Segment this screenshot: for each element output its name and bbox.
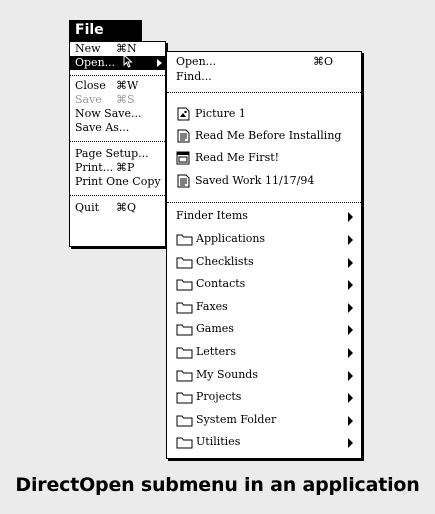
submenu-item-label: Picture 1 (195, 107, 246, 120)
folder-icon (176, 324, 193, 336)
folder-icon (176, 370, 193, 382)
submenu-arrow-icon (348, 212, 353, 222)
folder-icon (176, 347, 193, 359)
submenu-item-label: Read Me Before Installing (195, 129, 342, 142)
submenu-item-label: Games (196, 322, 234, 336)
menu-item-now-save[interactable]: Now Save... (70, 107, 165, 121)
folder-icon (176, 279, 193, 291)
picture-doc-icon (177, 107, 190, 121)
submenu-folder-item[interactable]: Letters (167, 342, 361, 362)
menu-item-label: Page Setup... (75, 147, 149, 160)
submenu-folder-item[interactable]: Applications (167, 229, 361, 249)
menu-item-save: Save ⌘S (70, 93, 165, 107)
submenu-arrow-icon (348, 415, 353, 426)
submenu-folder-item[interactable]: Utilities (167, 432, 361, 452)
submenu-folder-item[interactable]: System Folder (167, 410, 361, 430)
recent-doc-read-me-first[interactable]: Read Me First! (167, 148, 361, 168)
folder-icon (176, 257, 193, 269)
submenu-arrow-icon (348, 370, 353, 381)
submenu-arrow-icon (348, 302, 353, 313)
submenu-item-label: My Sounds (196, 367, 258, 381)
recent-doc-read-me-before-installing[interactable]: Read Me Before Installing (167, 126, 361, 146)
submenu-folder-item[interactable]: Faxes (167, 297, 361, 317)
folder-icon (176, 392, 193, 404)
shortcut-label: ⌘Q (116, 201, 137, 214)
text-doc-icon (177, 129, 190, 143)
readme-doc-icon (176, 151, 190, 165)
submenu-item-label: Finder Items (176, 209, 248, 222)
menu-item-open[interactable]: Open... (70, 56, 165, 70)
menu-item-new[interactable]: New ⌘N (70, 42, 165, 56)
menu-item-label: Print One Copy (75, 175, 161, 188)
submenu-folder-item[interactable]: Checklists (167, 252, 361, 272)
menu-item-close[interactable]: Close ⌘W (70, 79, 165, 93)
submenu-arrow-icon (348, 257, 353, 268)
submenu-item-label: Utilities (196, 435, 241, 449)
submenu-item-label: Read Me First! (195, 151, 280, 164)
shortcut-label: ⌘W (116, 79, 139, 92)
submenu-item-label: Letters (196, 345, 237, 358)
menu-item-label: Print... (75, 161, 114, 174)
submenu-folder-item[interactable]: Games (167, 319, 361, 339)
submenu-item-label: Contacts (196, 277, 246, 291)
submenu-item-label: Applications (196, 232, 266, 245)
submenu-item-label: Saved Work 11/17/94 (195, 174, 315, 187)
caption: DirectOpen submenu in an application (15, 474, 420, 496)
submenu-arrow-icon (348, 438, 353, 449)
menu-item-page-setup[interactable]: Page Setup... (70, 147, 165, 161)
submenu-arrow-icon (348, 280, 353, 291)
menu-item-save-as[interactable]: Save As... (70, 121, 165, 135)
menu-divider (70, 195, 165, 196)
text-doc-icon (177, 174, 190, 188)
menu-item-label: Save As... (75, 121, 130, 134)
direct-open-submenu: Open... ⌘O Find... Picture 1 Read Me Bef… (166, 51, 362, 459)
shortcut-label: ⌘S (116, 93, 135, 106)
menu-divider (70, 75, 165, 76)
menu-item-print-one-copy[interactable]: Print One Copy (70, 175, 165, 189)
submenu-divider (167, 202, 361, 203)
submenu-item-label: System Folder (196, 412, 277, 426)
submenu-folder-item[interactable]: Contacts (167, 274, 361, 294)
submenu-folder-item[interactable]: My Sounds (167, 365, 361, 385)
menu-item-label: Quit (75, 201, 100, 214)
menu-item-quit[interactable]: Quit ⌘Q (70, 201, 165, 215)
menu-divider (70, 141, 165, 142)
submenu-arrow-icon (348, 393, 353, 404)
submenu-arrow-icon (348, 325, 353, 336)
submenu-item-label: Find... (176, 70, 212, 83)
submenu-item-finder-items[interactable]: Finder Items (167, 206, 361, 226)
folder-icon (176, 302, 193, 314)
submenu-folder-item[interactable]: Projects (167, 387, 361, 407)
submenu-item-label: Projects (196, 390, 242, 404)
submenu-arrow-icon (348, 235, 353, 245)
folder-icon (176, 415, 193, 427)
menu-item-label: Now Save... (75, 107, 142, 120)
recent-doc-picture-1[interactable]: Picture 1 (167, 104, 361, 124)
menu-item-print[interactable]: Print... ⌘P (70, 161, 165, 175)
submenu-arrow-icon (157, 59, 162, 67)
submenu-divider (167, 92, 361, 93)
folder-icon (176, 437, 193, 449)
file-menu-title[interactable]: File (69, 20, 142, 41)
menu-item-label: New (75, 42, 101, 55)
submenu-item-label: Checklists (196, 254, 254, 268)
menu-item-label: Close (75, 79, 106, 92)
folder-icon (176, 234, 193, 246)
file-menu: New ⌘N Open... Close ⌘W Save ⌘S Now Save… (69, 41, 166, 247)
menu-item-label: Open... (75, 56, 116, 69)
submenu-item-find[interactable]: Find... (167, 68, 361, 85)
menu-item-label: Save (75, 93, 102, 106)
shortcut-label: ⌘P (116, 161, 135, 174)
submenu-item-label: Faxes (196, 299, 228, 313)
recent-doc-saved-work[interactable]: Saved Work 11/17/94 (167, 171, 361, 191)
submenu-arrow-icon (348, 348, 353, 358)
arrow-cursor-icon (123, 54, 133, 68)
